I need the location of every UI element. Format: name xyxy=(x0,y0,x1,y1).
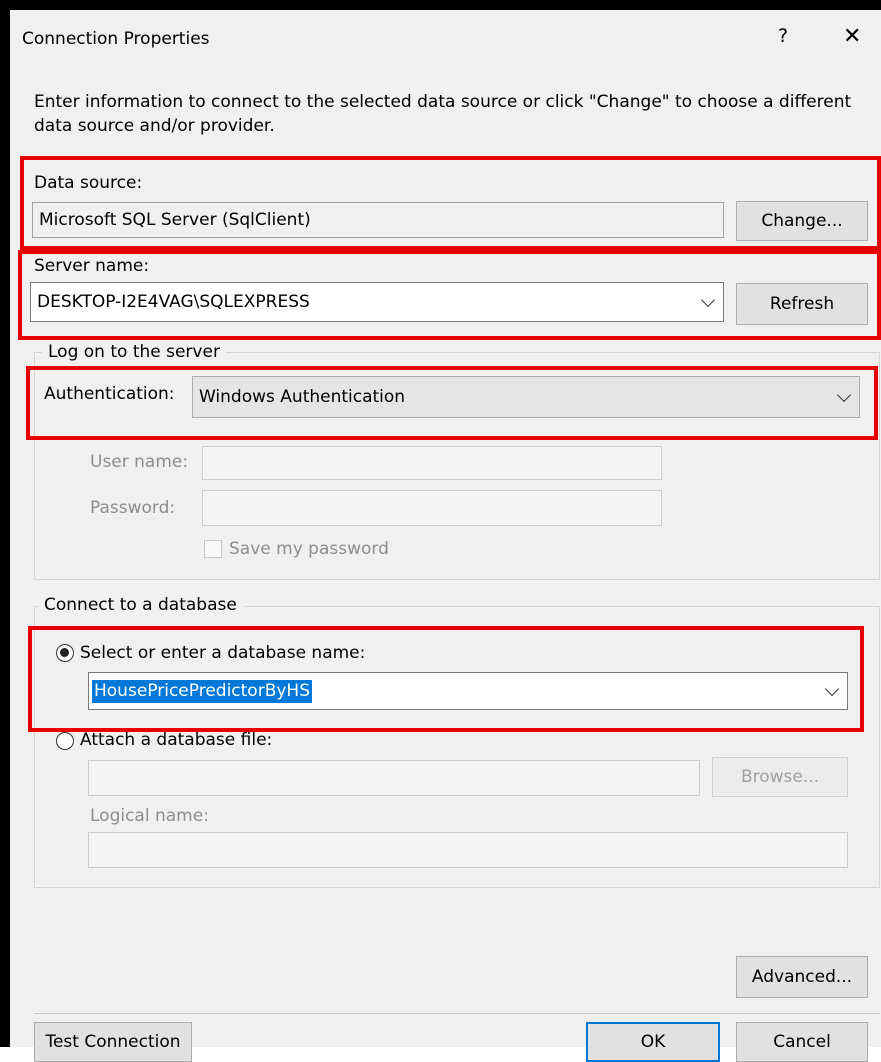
logical-name-input[interactable] xyxy=(88,832,848,868)
cancel-button-label: Cancel xyxy=(773,1031,831,1052)
browse-button-label: Browse... xyxy=(740,766,820,787)
save-password-checkbox[interactable] xyxy=(204,540,222,558)
annotation-box-database xyxy=(28,626,864,732)
dialog-title: Connection Properties xyxy=(22,29,210,49)
test-connection-button[interactable]: Test Connection xyxy=(34,1022,192,1062)
advanced-button[interactable]: Advanced... xyxy=(736,956,868,998)
ok-button-label: OK xyxy=(640,1031,666,1052)
close-button[interactable]: ✕ xyxy=(843,26,861,48)
window-top-edge xyxy=(0,0,881,10)
logical-name-label: Logical name: xyxy=(90,806,209,826)
footer-separator xyxy=(34,1013,880,1014)
annotation-box-data-source xyxy=(20,156,881,250)
database-group-title: Connect to a database xyxy=(38,597,243,614)
attach-database-radio[interactable] xyxy=(56,732,74,750)
username-label: User name: xyxy=(90,452,189,472)
advanced-button-label: Advanced... xyxy=(751,966,853,987)
logon-group-title: Log on to the server xyxy=(42,344,226,361)
annotation-box-authentication xyxy=(26,366,878,440)
password-input[interactable] xyxy=(202,490,662,526)
instructions-line-2: data source and/or provider. xyxy=(34,116,275,136)
password-label: Password: xyxy=(90,498,176,518)
attach-file-input[interactable] xyxy=(88,760,700,796)
test-connection-label: Test Connection xyxy=(45,1031,181,1052)
browse-button[interactable]: Browse... xyxy=(712,757,848,797)
ok-button[interactable]: OK xyxy=(586,1022,720,1062)
cancel-button[interactable]: Cancel xyxy=(736,1022,868,1062)
help-button[interactable]: ? xyxy=(778,27,788,46)
username-input[interactable] xyxy=(202,446,662,480)
save-password-label: Save my password xyxy=(229,539,389,559)
annotation-box-server-name xyxy=(18,250,881,340)
instructions-line-1: Enter information to connect to the sele… xyxy=(34,92,852,112)
attach-database-label: Attach a database file: xyxy=(80,730,273,750)
